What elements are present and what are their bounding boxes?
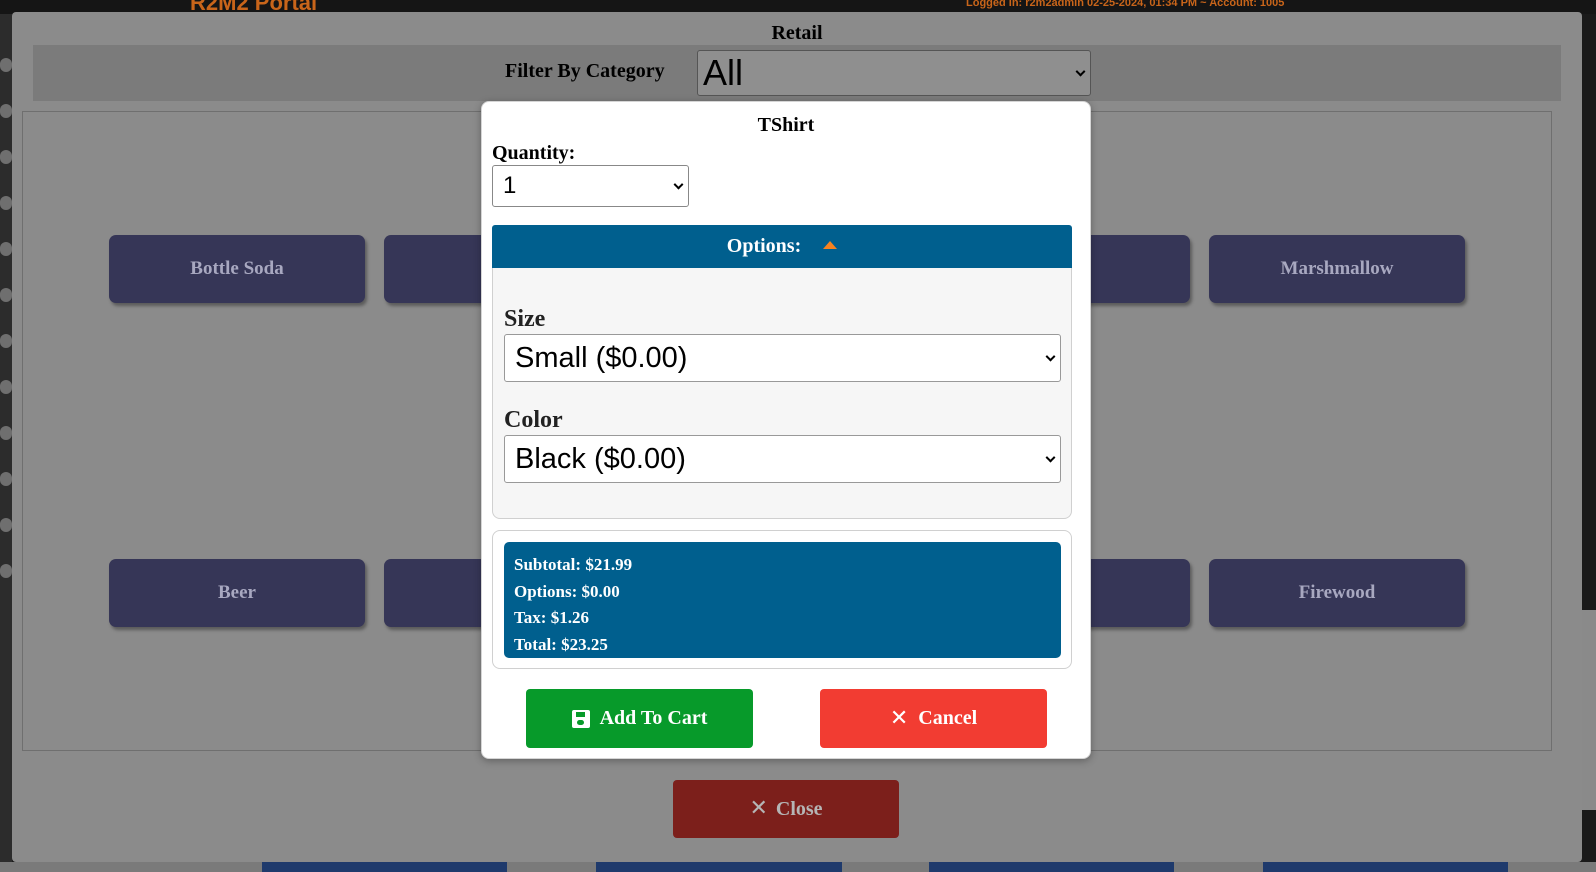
close-icon: ✕ — [889, 705, 909, 731]
chevron-down-icon — [1075, 66, 1086, 77]
cancel-label: Cancel — [918, 707, 978, 729]
sidebar-icon — [0, 472, 12, 486]
add-to-cart-label: Add To Cart — [599, 707, 708, 729]
sidebar-icon — [0, 380, 12, 394]
sidebar-icon — [0, 242, 12, 256]
sidebar-icon — [0, 150, 12, 164]
category-filter-select[interactable]: All — [697, 50, 1091, 96]
color-select[interactable]: Black ($0.00) — [504, 435, 1061, 483]
color-label: Color — [504, 407, 563, 433]
sidebar-icon — [0, 104, 12, 118]
chevron-down-icon — [673, 179, 684, 190]
sidebar-icon — [0, 564, 12, 578]
product-button[interactable]: Bottle Soda — [109, 235, 365, 303]
close-icon: ✕ — [749, 796, 768, 821]
product-button[interactable]: Beer — [109, 559, 365, 627]
filter-bar: Filter By Category All — [33, 45, 1561, 101]
tax-text: Tax: $1.26 — [514, 608, 589, 627]
sidebar-icon — [0, 334, 12, 348]
background-footer-button — [929, 862, 1174, 872]
close-label: Close — [775, 797, 823, 820]
total-text: Total: $23.25 — [514, 634, 608, 654]
background-footer-button — [596, 862, 842, 872]
price-summary-panel: Subtotal: $21.99 Options: $0.00 Tax: $1.… — [492, 530, 1072, 669]
sidebar-icon — [0, 288, 12, 302]
options-label: Options: — [726, 235, 802, 257]
close-button[interactable]: ✕ Close — [673, 780, 899, 838]
sidebar-icon — [0, 58, 12, 72]
price-summary: Subtotal: $21.99 Options: $0.00 Tax: $1.… — [504, 542, 1061, 658]
chevron-down-icon — [1045, 351, 1056, 362]
size-value: Small ($0.00) — [515, 342, 688, 374]
options-price-text: Options: $0.00 — [514, 581, 620, 601]
background-footer — [0, 862, 1596, 872]
quantity-label: Quantity: — [492, 142, 576, 164]
chevron-down-icon — [1045, 452, 1056, 463]
sidebar-icon — [0, 426, 12, 440]
sidebar-icon — [0, 518, 12, 532]
save-icon — [571, 709, 590, 728]
options-panel: Size Small ($0.00) Color Black ($0.00) — [492, 268, 1072, 519]
category-filter-value: All — [703, 52, 744, 93]
product-modal: TShirt Quantity: 1 Options: Size Small (… — [481, 101, 1091, 759]
filter-label: Filter By Category — [505, 60, 665, 82]
size-select[interactable]: Small ($0.00) — [504, 334, 1061, 382]
add-to-cart-button[interactable]: Add To Cart — [526, 689, 753, 748]
quantity-select[interactable]: 1 — [492, 165, 689, 207]
background-right-strip — [1582, 610, 1596, 810]
caret-up-icon — [823, 240, 838, 249]
color-value: Black ($0.00) — [515, 443, 686, 475]
subtotal-text: Subtotal: $21.99 — [514, 555, 633, 574]
login-info: Logged In: r2m2admin 02-25-2024, 01:34 P… — [966, 0, 1285, 9]
quantity-value: 1 — [503, 172, 517, 199]
product-button[interactable]: Firewood — [1209, 559, 1465, 627]
modal-title: TShirt — [757, 114, 815, 136]
size-label: Size — [504, 306, 546, 332]
product-button[interactable]: Marshmallow — [1209, 235, 1465, 303]
options-accordion-header[interactable]: Options: — [492, 225, 1072, 268]
retail-title: Retail — [771, 22, 823, 44]
cancel-button[interactable]: ✕ Cancel — [820, 689, 1047, 748]
background-footer-button — [262, 862, 507, 872]
sidebar-icon — [0, 196, 12, 210]
background-footer-button — [1263, 862, 1508, 872]
background-sidebar — [0, 14, 12, 872]
